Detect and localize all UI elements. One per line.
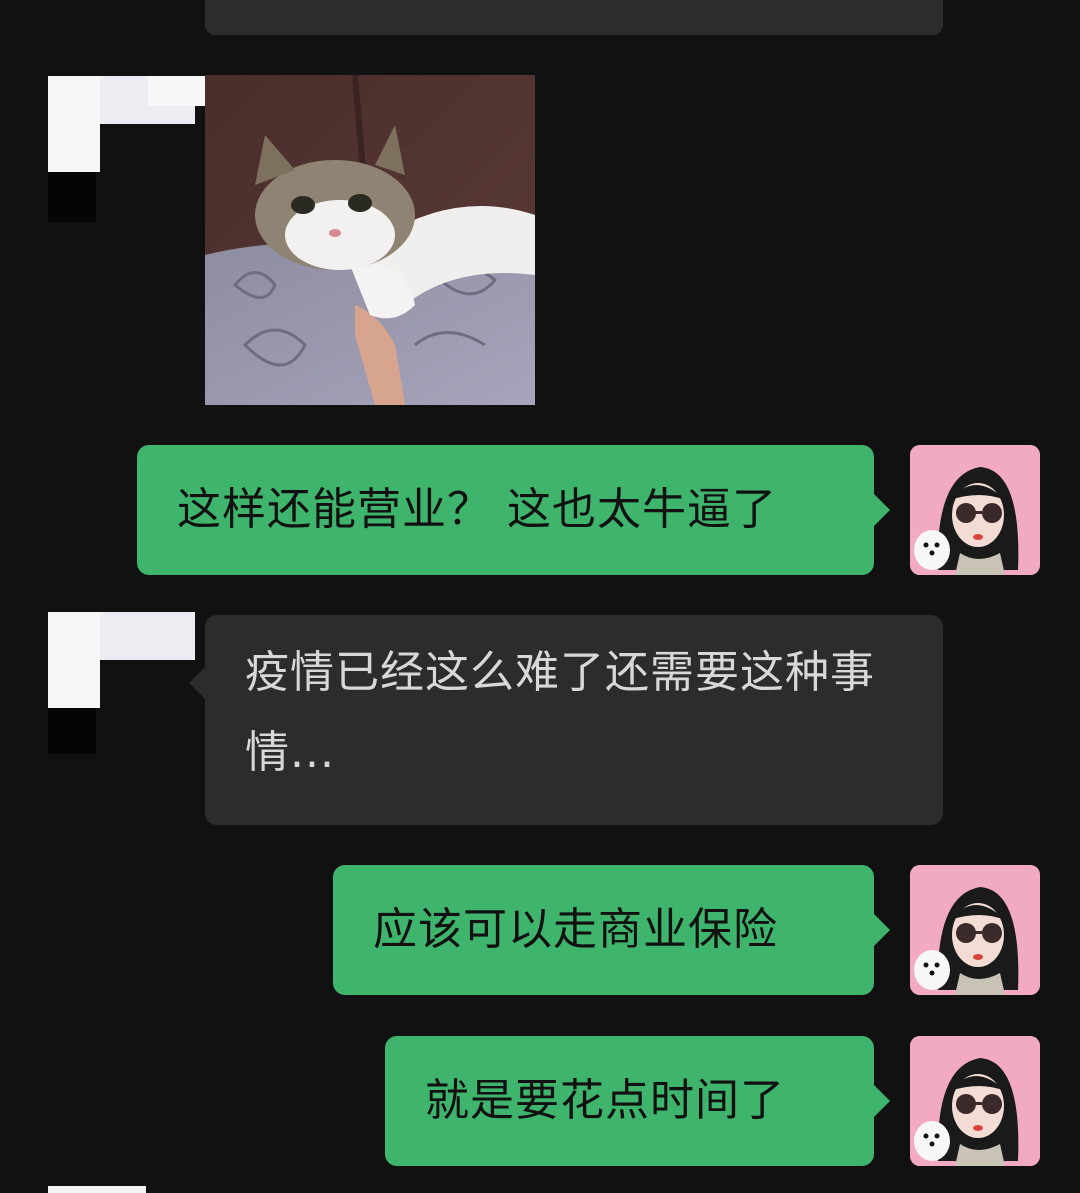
cartoon-girl-sunglasses-avatar-icon <box>910 445 1040 575</box>
chat-screen: 这样还能营业？ 这也太牛逼了 疫情已经这么难了还需要这种事情... 应该可以走商… <box>0 0 1080 1193</box>
pixel-block <box>48 76 100 172</box>
message-text: 应该可以走商业保险 <box>373 904 778 955</box>
my-avatar[interactable] <box>910 1036 1040 1166</box>
message-text: 就是要花点时间了 <box>425 1075 785 1126</box>
message-bubble-incoming[interactable]: 疫情已经这么难了还需要这种事情... <box>189 615 943 825</box>
cat-photo <box>205 75 535 405</box>
message-bubble-outgoing[interactable]: 应该可以走商业保险 <box>333 865 890 995</box>
contact-avatar[interactable] <box>48 612 195 762</box>
message-text: 疫情已经这么难了还需要这种事情... <box>245 647 875 778</box>
cartoon-girl-sunglasses-avatar-icon <box>910 1036 1040 1166</box>
message-bubble-outgoing[interactable]: 就是要花点时间了 <box>385 1036 890 1166</box>
cartoon-girl-sunglasses-avatar-icon <box>910 865 1040 995</box>
pixel-block <box>100 612 195 660</box>
pixel-block <box>48 708 96 754</box>
pixel-block <box>48 612 100 708</box>
my-avatar[interactable] <box>910 445 1040 575</box>
next-contact-avatar-edge <box>48 1186 146 1193</box>
message-text: 这样还能营业？ 这也太牛逼了 <box>177 484 777 535</box>
contact-avatar[interactable] <box>48 76 216 226</box>
message-bubble-outgoing[interactable]: 这样还能营业？ 这也太牛逼了 <box>137 445 890 575</box>
previous-message-bubble[interactable] <box>205 0 943 35</box>
my-avatar[interactable] <box>910 865 1040 995</box>
image-message-cat[interactable] <box>205 75 535 405</box>
pixel-block <box>48 172 96 222</box>
